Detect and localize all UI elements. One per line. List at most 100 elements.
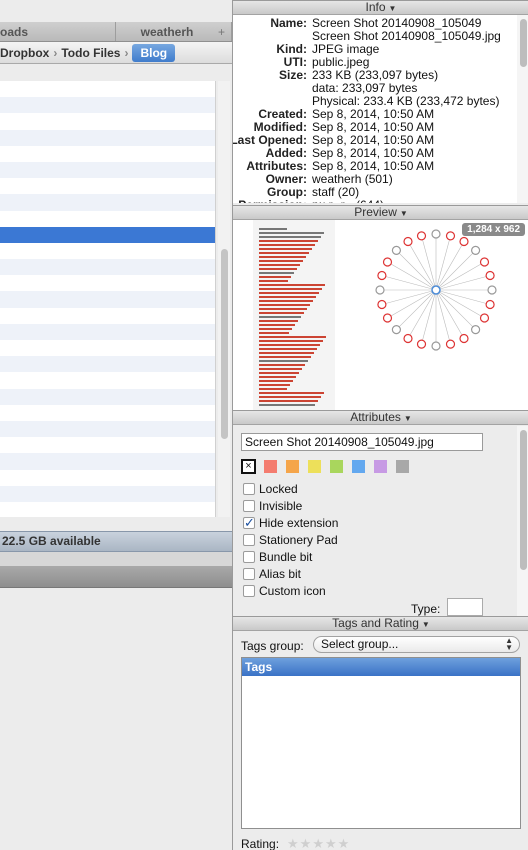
label-color-swatch[interactable] <box>396 460 409 473</box>
label-color-swatch[interactable] <box>264 460 277 473</box>
checkbox-box[interactable] <box>243 568 255 580</box>
list-item[interactable] <box>0 243 215 259</box>
add-tab-button[interactable]: + <box>218 22 225 41</box>
graph-edge <box>435 241 465 291</box>
list-item[interactable] <box>0 97 215 114</box>
label-color-swatch[interactable] <box>308 460 321 473</box>
tags-panel: Tags group: Select group... ▲ ▼ Tags Rati… <box>233 631 528 850</box>
list-item[interactable] <box>0 275 215 291</box>
graph-node <box>377 299 387 310</box>
graph-node <box>459 236 469 247</box>
label-color-swatch[interactable] <box>330 460 343 473</box>
label-color-swatch[interactable] <box>352 460 365 473</box>
graph-node <box>470 324 481 335</box>
list-item[interactable] <box>0 485 215 502</box>
graph-edge <box>381 275 437 291</box>
tab-downloads[interactable]: oads <box>0 22 116 41</box>
checkbox-box[interactable] <box>243 483 255 495</box>
checkbox-alias-bit[interactable]: Alias bit <box>243 567 301 581</box>
checkbox-label: Stationery Pad <box>259 533 338 547</box>
checkbox-label: Custom icon <box>259 584 326 598</box>
checkbox-locked[interactable]: Locked <box>243 482 298 496</box>
list-item[interactable] <box>0 356 215 373</box>
type-field[interactable] <box>447 598 483 616</box>
attributes-panel: Screen Shot 20140908_105049.jpg × Type: … <box>233 426 528 616</box>
label-color-swatch[interactable] <box>374 460 387 473</box>
list-item[interactable] <box>0 113 215 129</box>
list-item[interactable] <box>0 194 215 211</box>
checkbox-box[interactable] <box>243 534 255 546</box>
label-color-swatch[interactable] <box>286 460 299 473</box>
graph-node <box>403 333 413 344</box>
checkmark-icon[interactable] <box>243 515 255 531</box>
list-item[interactable] <box>0 340 215 356</box>
checkbox-box[interactable] <box>243 585 255 597</box>
list-item[interactable] <box>0 470 215 486</box>
breadcrumb-blog[interactable]: Blog <box>132 43 176 62</box>
graph-edge <box>435 250 476 291</box>
info-scrollbar[interactable] <box>517 15 528 203</box>
graph-edge <box>407 241 437 291</box>
no-label-swatch[interactable]: × <box>241 459 256 474</box>
list-item[interactable] <box>0 211 215 227</box>
attributes-scrollbar[interactable] <box>517 426 528 616</box>
graph-edge <box>396 289 437 330</box>
graph-edge <box>435 261 485 291</box>
list-item[interactable] <box>0 502 215 517</box>
list-item[interactable] <box>0 161 215 179</box>
list-item[interactable] <box>0 372 215 388</box>
list-item[interactable] <box>0 308 215 324</box>
list-item[interactable] <box>0 420 215 438</box>
checkbox-stationery-pad[interactable]: Stationery Pad <box>243 533 338 547</box>
graph-node <box>416 339 427 349</box>
graph-node <box>431 229 441 239</box>
preview-section-header[interactable]: Preview ▼ <box>233 205 528 220</box>
divider <box>0 552 232 566</box>
breadcrumb-dropbox[interactable]: Dropbox <box>0 46 49 60</box>
checkbox-label: Bundle bit <box>259 550 313 564</box>
file-list[interactable] <box>0 81 216 517</box>
checkbox-label: Invisible <box>259 499 303 513</box>
list-item[interactable] <box>0 291 215 308</box>
chevron-right-icon: › <box>53 45 58 60</box>
checkbox-bundle-bit[interactable]: Bundle bit <box>243 550 312 564</box>
breadcrumb-todo-files[interactable]: Todo Files <box>61 46 120 60</box>
scrollbar-thumb[interactable] <box>221 249 228 439</box>
file-list-scrollbar[interactable] <box>218 81 230 517</box>
tags-list[interactable]: Tags <box>241 657 521 829</box>
inspector-pane: Info ▼ Name: Screen Shot 20140908_105049 Sc… <box>232 0 528 850</box>
filename-field[interactable]: Screen Shot 20140908_105049.jpg <box>241 433 483 451</box>
tags-list-header[interactable]: Tags <box>242 658 520 676</box>
checkbox-hide-extension[interactable]: Hide extension <box>243 515 338 531</box>
tab-weatherh[interactable]: weatherh + <box>116 22 232 41</box>
list-item[interactable] <box>0 178 215 194</box>
info-section-header[interactable]: Info ▼ <box>233 0 528 15</box>
checkbox-custom-icon[interactable]: Custom icon <box>243 584 326 598</box>
graph-edge <box>387 289 437 319</box>
list-item[interactable] <box>0 453 215 470</box>
star-rating-control[interactable]: ★★★★★ <box>287 836 350 850</box>
graph-edge <box>435 289 451 345</box>
scrollbar-thumb[interactable] <box>520 430 527 570</box>
tags-group-select[interactable]: Select group... ▲ ▼ <box>313 636 520 653</box>
checkbox-invisible[interactable]: Invisible <box>243 499 302 513</box>
graph-node <box>375 285 385 295</box>
list-item[interactable] <box>0 323 215 340</box>
checkbox-box[interactable] <box>243 551 255 563</box>
disclosure-triangle-icon: ▼ <box>421 620 430 629</box>
list-item[interactable] <box>0 129 215 146</box>
tags-section-header[interactable]: Tags and Rating ▼ <box>233 616 528 631</box>
attributes-section-header[interactable]: Attributes ▼ <box>233 410 528 425</box>
list-item[interactable] <box>0 81 215 97</box>
list-item[interactable] <box>0 388 215 405</box>
list-item[interactable] <box>0 437 215 453</box>
scrollbar-thumb[interactable] <box>520 19 527 67</box>
graph-edge <box>435 235 451 291</box>
list-item[interactable] <box>0 146 215 162</box>
list-item[interactable] <box>0 259 215 276</box>
graph-edge <box>435 275 491 291</box>
list-item[interactable] <box>0 405 215 421</box>
graph-hub-node <box>431 285 441 295</box>
checkbox-box[interactable] <box>243 500 255 512</box>
list-item[interactable] <box>0 226 215 243</box>
